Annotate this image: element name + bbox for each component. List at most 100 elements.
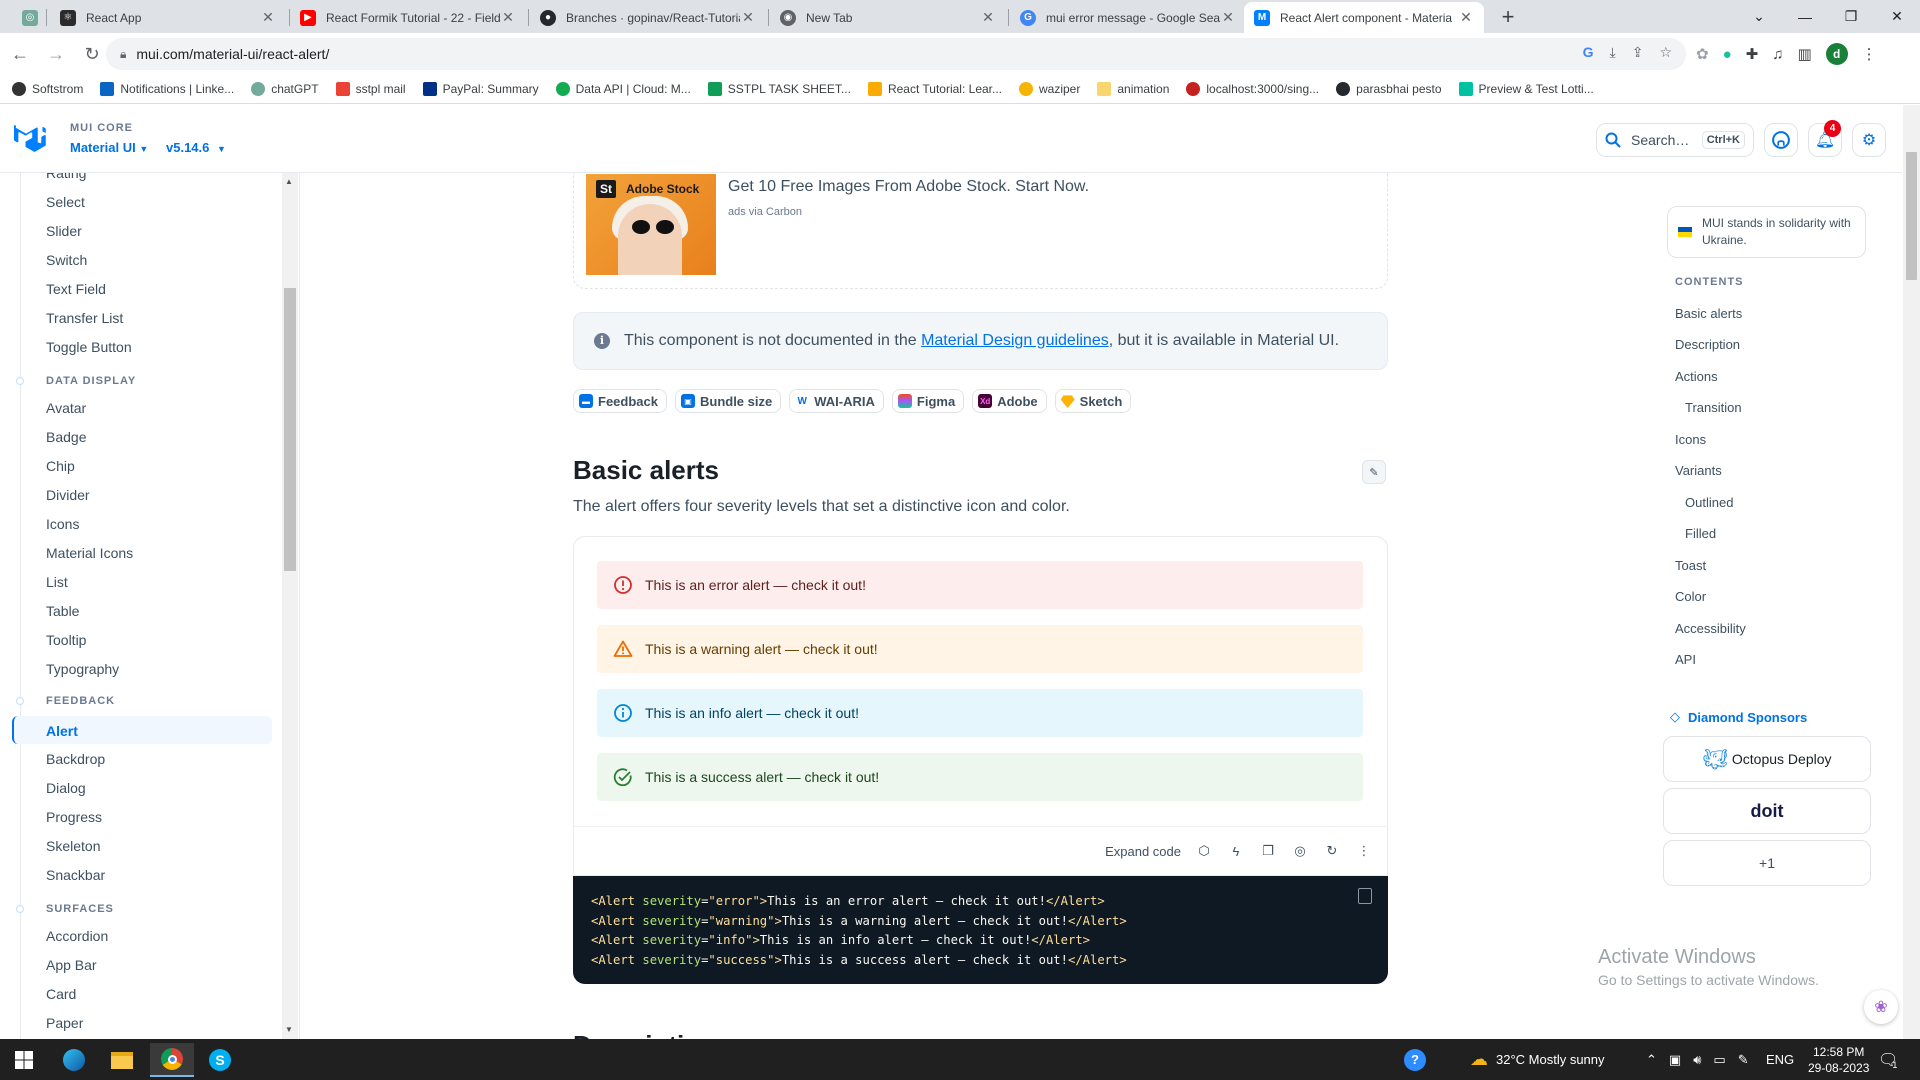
new-tab-button[interactable]: + — [1494, 3, 1522, 31]
tab-new-tab[interactable]: ◉ New Tab ✕ — [770, 2, 1006, 33]
version-switcher[interactable]: v5.14.6 ▼ — [166, 140, 226, 155]
sidebar-item-icons[interactable]: Icons — [46, 516, 79, 532]
sidebar-item-dialog[interactable]: Dialog — [46, 780, 86, 796]
sidebar-item-divider[interactable]: Divider — [46, 487, 90, 503]
sidebar-item-toggle-button[interactable]: Toggle Button — [46, 339, 132, 355]
sidebar-item-slider[interactable]: Slider — [46, 223, 82, 239]
page-scrollbar-thumb[interactable] — [1906, 152, 1917, 280]
side-panel-icon[interactable]: ▥ — [1797, 45, 1811, 63]
sidebar-item-app-bar[interactable]: App Bar — [46, 957, 97, 973]
network-icon[interactable]: ▭ — [1713, 1052, 1725, 1068]
adobe-stock-ad-image[interactable]: St Adobe Stock — [586, 174, 716, 275]
feedback-chip[interactable]: ▬ Feedback — [573, 389, 667, 413]
focus-demo-icon[interactable]: ◎ — [1291, 842, 1309, 860]
chevron-up-icon[interactable]: ⌃ — [1646, 1052, 1657, 1068]
close-tab-icon[interactable]: ✕ — [260, 9, 276, 26]
close-tab-icon[interactable]: ✕ — [500, 9, 516, 26]
material-design-guidelines-link[interactable]: Material Design guidelines — [921, 332, 1109, 349]
sidebar-item-table[interactable]: Table — [46, 603, 79, 619]
bookmark-linkedin[interactable]: Notifications | Linke... — [100, 82, 234, 96]
reload-icon[interactable]: ↻ — [76, 38, 108, 70]
grammarly-icon[interactable]: ● — [1723, 46, 1732, 63]
sidebar-item-skeleton[interactable]: Skeleton — [46, 838, 100, 854]
clock[interactable]: 12:58 PM 29-08-2023 — [1808, 1039, 1869, 1080]
extension-icon[interactable]: ✿ — [1696, 45, 1709, 63]
bookmark-star-icon[interactable]: ☆ — [1659, 44, 1672, 61]
sketch-chip[interactable]: Sketch — [1054, 389, 1132, 413]
tab-google-search[interactable]: G mui error message - Google Sear ✕ — [1010, 2, 1246, 33]
close-window-icon[interactable]: ✕ — [1874, 8, 1920, 25]
camera-icon[interactable]: ▣ — [1669, 1052, 1681, 1068]
share-icon[interactable]: ⇪ — [1632, 44, 1644, 61]
wai-aria-chip[interactable]: W WAI-ARIA — [789, 389, 884, 413]
sidebar-item-switch[interactable]: Switch — [46, 252, 87, 268]
bookmark-task-sheet[interactable]: SSTPL TASK SHEET... — [707, 82, 851, 96]
bookmark-paypal[interactable]: PayPal: Summary — [422, 82, 539, 96]
sidebar-item-rating[interactable]: Rating — [46, 173, 86, 181]
bookmark-softstrom[interactable]: Softstrom — [12, 82, 83, 96]
become-sponsor-button[interactable]: +1 — [1663, 840, 1871, 886]
product-switcher[interactable]: Material UI ▼ — [70, 140, 148, 155]
scroll-up-arrow-icon[interactable]: ▲ — [285, 177, 293, 186]
sidebar-item-tooltip[interactable]: Tooltip — [46, 632, 86, 648]
tab-pinned[interactable]: ◎ — [12, 2, 48, 33]
github-button[interactable] — [1764, 123, 1798, 157]
close-tab-icon[interactable]: ✕ — [740, 9, 756, 26]
google-translate-icon[interactable]: G — [1583, 44, 1594, 61]
sidebar-item-transfer-list[interactable]: Transfer List — [46, 310, 123, 326]
sidebar-item-typography[interactable]: Typography — [46, 661, 119, 677]
site-info-icon[interactable]: 🔒︎ — [120, 47, 126, 62]
bookmark-mongodb[interactable]: Data API | Cloud: M... — [555, 82, 691, 96]
mui-logo-icon[interactable] — [14, 124, 46, 152]
address-bar[interactable]: 🔒︎ mui.com/material-ui/react-alert/ G ⤓ … — [106, 38, 1686, 70]
sidebar-item-list[interactable]: List — [46, 574, 68, 590]
toc-item-icons[interactable]: Icons — [1675, 432, 1706, 447]
floating-assistant-button[interactable]: ❀ — [1864, 990, 1898, 1024]
chrome-menu-icon[interactable]: ⋮ — [1862, 45, 1877, 63]
tab-github[interactable]: ● Branches · gopinav/React-Tutoria ✕ — [530, 2, 766, 33]
toc-item-basic-alerts[interactable]: Basic alerts — [1675, 306, 1742, 321]
codesandbox-icon[interactable]: ⬡ — [1195, 842, 1213, 860]
bookmark-animation[interactable]: animation — [1097, 82, 1169, 96]
toc-item-api[interactable]: API — [1675, 652, 1696, 667]
sidebar-item-paper[interactable]: Paper — [46, 1015, 83, 1031]
bookmark-localhost[interactable]: localhost:3000/sing... — [1186, 82, 1319, 96]
help-tray[interactable]: ? — [1404, 1039, 1426, 1080]
language-indicator[interactable]: ENG — [1766, 1039, 1794, 1080]
toc-item-actions[interactable]: Actions — [1675, 369, 1718, 384]
taskbar-file-explorer[interactable] — [100, 1043, 144, 1077]
toc-item-transition[interactable]: Transition — [1685, 400, 1742, 415]
volume-icon[interactable]: 🔊︎ — [1693, 1052, 1701, 1068]
sidebar-item-progress[interactable]: Progress — [46, 809, 102, 825]
ukraine-solidarity-banner[interactable]: MUI stands in solidarity with Ukraine. — [1667, 206, 1866, 258]
toc-item-outlined[interactable]: Outlined — [1685, 495, 1733, 510]
edit-page-button[interactable]: ✎ — [1362, 460, 1386, 484]
sidebar-item-chip[interactable]: Chip — [46, 458, 75, 474]
bookmark-github[interactable]: parasbhai pesto — [1336, 82, 1442, 96]
notifications-button[interactable]: 🔔︎ 4 — [1808, 120, 1842, 157]
taskbar-skype[interactable]: S — [198, 1043, 242, 1077]
reset-demo-icon[interactable]: ↻ — [1323, 842, 1341, 860]
sidebar-item-avatar[interactable]: Avatar — [46, 400, 86, 416]
sidebar-item-badge[interactable]: Badge — [46, 429, 86, 445]
ad-attribution-link[interactable]: ads via Carbon — [728, 206, 802, 218]
sidebar-item-alert[interactable]: Alert — [46, 723, 78, 739]
profile-avatar[interactable]: d — [1825, 43, 1848, 65]
sidebar-item-accordion[interactable]: Accordion — [46, 928, 108, 944]
sidebar-item-backdrop[interactable]: Backdrop — [46, 751, 105, 767]
docs-search-button[interactable]: Search… Ctrl+K — [1596, 123, 1754, 157]
toc-item-filled[interactable]: Filled — [1685, 526, 1716, 541]
more-options-icon[interactable]: ⋮ — [1355, 842, 1373, 860]
sidebar-item-material-icons[interactable]: Material Icons — [46, 545, 133, 561]
tab-youtube[interactable]: ▶ React Formik Tutorial - 22 - Field ✕ — [290, 2, 526, 33]
copy-source-icon[interactable]: ❐ — [1259, 842, 1277, 860]
bookmark-waziper[interactable]: waziper — [1019, 82, 1080, 96]
bookmark-react-tutorial[interactable]: React Tutorial: Lear... — [867, 82, 1002, 96]
sidebar-section-feedback[interactable]: FEEDBACK — [46, 695, 115, 707]
bookmark-lottie[interactable]: Preview & Test Lotti... — [1458, 82, 1594, 96]
toc-item-variants[interactable]: Variants — [1675, 463, 1722, 478]
install-icon[interactable]: ⤓ — [1610, 44, 1616, 61]
start-button[interactable] — [2, 1043, 46, 1077]
ad-title-link[interactable]: Get 10 Free Images From Adobe Stock. Sta… — [728, 178, 1089, 196]
bookmark-gmail[interactable]: sstpl mail — [335, 82, 406, 96]
